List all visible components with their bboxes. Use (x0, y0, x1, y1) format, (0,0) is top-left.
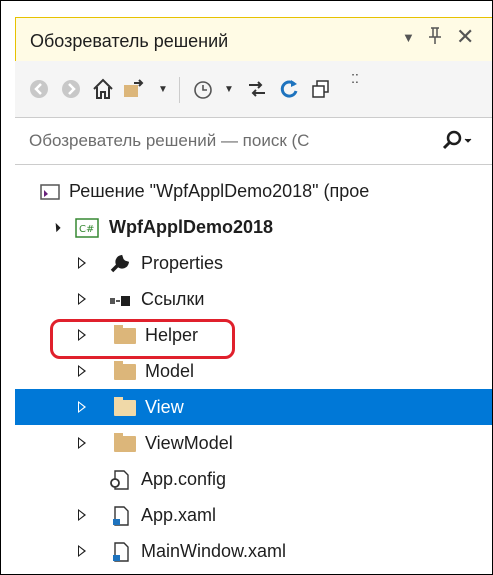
tree-item-label: App.config (141, 469, 227, 489)
search-icon[interactable] (440, 128, 474, 159)
expanded-arrow-icon[interactable] (51, 222, 61, 233)
tree-item-label: Properties (141, 253, 224, 273)
solution-label: Решение "WpfApplDemo2018" (прое (69, 181, 370, 201)
search-input[interactable]: Обозреватель решений — поиск (С (29, 131, 309, 151)
svg-text:C#: C# (79, 224, 94, 235)
show-all-files-icon[interactable] (307, 75, 335, 103)
close-icon[interactable]: ✕ (456, 24, 474, 50)
collapsed-arrow-icon[interactable] (78, 545, 86, 557)
home-icon[interactable] (89, 75, 117, 103)
xaml-file-icon (111, 541, 133, 562)
tree-row-project[interactable]: C# WpfApplDemo2018 (15, 209, 492, 245)
csharp-project-icon: C# (75, 218, 99, 238)
folder-icon (114, 361, 136, 380)
tree-row-viewmodel[interactable]: ViewModel (15, 425, 492, 461)
collapsed-arrow-icon[interactable] (78, 509, 86, 521)
solution-tree: Решение "WpfApplDemo2018" (прое C# WpfAp… (15, 165, 492, 574)
collapse-icon[interactable] (243, 75, 271, 103)
tree-item-label: ViewModel (145, 433, 233, 453)
dropdown-icon[interactable]: ▼ (215, 75, 243, 103)
tree-item-label: App.xaml (141, 505, 217, 525)
folder-icon (114, 397, 136, 416)
chevron-down-icon[interactable]: ▼ (402, 30, 415, 45)
panel-title-bar: Обозреватель решений ▼ ✕ (15, 17, 492, 61)
sync-with-active-document-icon[interactable] (121, 75, 149, 103)
collapsed-arrow-icon[interactable] (78, 437, 86, 449)
tree-item-label: MainWindow.xaml (141, 541, 287, 561)
dropdown-icon[interactable]: ▼ (149, 75, 177, 103)
tree-item-label: Ссылки (141, 289, 205, 309)
wrench-icon (109, 253, 131, 273)
pin-icon[interactable] (428, 27, 442, 51)
pending-changes-icon[interactable] (189, 75, 217, 103)
collapsed-arrow-icon[interactable] (78, 401, 86, 413)
tree-row-properties[interactable]: Properties (15, 245, 492, 281)
solution-icon (39, 181, 61, 201)
folder-icon (114, 433, 136, 452)
refresh-icon[interactable] (275, 75, 303, 103)
collapsed-arrow-icon[interactable] (78, 257, 86, 269)
collapsed-arrow-icon[interactable] (78, 293, 86, 305)
solution-explorer-panel: Обозреватель решений ▼ ✕ ▼ ▼ ⁚⁚ Обозрева… (15, 17, 492, 574)
back-icon[interactable] (25, 75, 53, 103)
toolbar-separator (179, 77, 180, 103)
tree-row-solution[interactable]: Решение "WpfApplDemo2018" (прое (15, 173, 492, 209)
toolbar: ▼ ▼ ⁚⁚ (15, 61, 492, 117)
tree-item-label: Model (145, 361, 195, 381)
forward-icon[interactable] (57, 75, 85, 103)
tree-row-mainwindow-xaml[interactable]: MainWindow.xaml (15, 533, 492, 569)
tree-row-app-xaml[interactable]: App.xaml (15, 497, 492, 533)
tree-row-app-config[interactable]: App.config (15, 461, 492, 497)
xaml-file-icon (111, 505, 133, 526)
collapsed-arrow-icon[interactable] (78, 365, 86, 377)
tree-item-label: View (145, 397, 184, 417)
overflow-icon[interactable]: ⁚⁚ (341, 65, 369, 93)
config-file-icon (109, 469, 131, 490)
annotation-highlight (50, 319, 235, 359)
tree-row-references[interactable]: Ссылки (15, 281, 492, 317)
references-icon (109, 294, 131, 314)
panel-title: Обозреватель решений (30, 31, 229, 51)
screenshot-frame: Обозреватель решений ▼ ✕ ▼ ▼ ⁚⁚ Обозрева… (0, 0, 493, 575)
search-box[interactable]: Обозреватель решений — поиск (С (15, 117, 492, 165)
tree-row-view[interactable]: View (15, 389, 492, 425)
project-label: WpfApplDemo2018 (109, 217, 274, 237)
